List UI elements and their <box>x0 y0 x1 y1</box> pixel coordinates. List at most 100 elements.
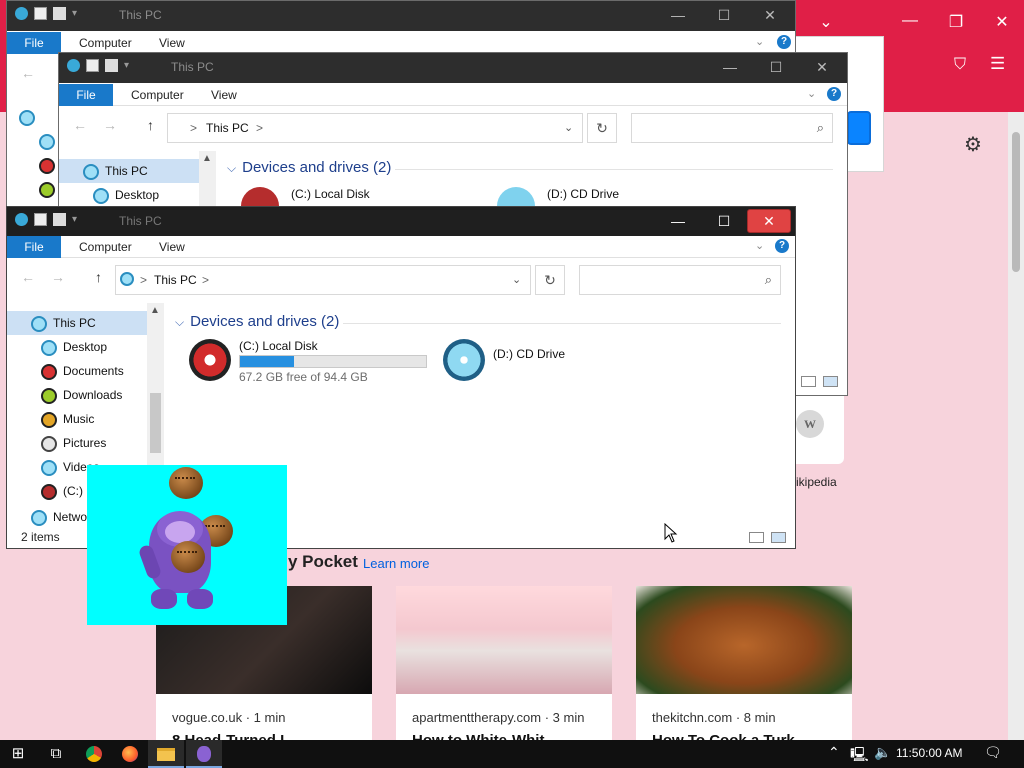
chevron-down-icon[interactable]: ⌄ <box>564 121 573 134</box>
forward-arrow-icon[interactable]: → <box>51 269 65 285</box>
computer-tab[interactable]: Computer <box>131 88 184 102</box>
nav-item-this-pc[interactable]: This PC <box>7 311 147 335</box>
nav-item-local-disk[interactable]: (C:) L <box>41 479 93 503</box>
up-arrow-icon[interactable]: ↑ <box>147 117 154 133</box>
close-button[interactable]: ✕ <box>799 53 845 82</box>
title-bar[interactable]: ▾ This PC — ☐ ✕ <box>59 53 847 83</box>
windows-start-icon[interactable]: ⊞ <box>0 740 36 768</box>
chevron-down-icon[interactable]: ⌄ <box>814 12 838 32</box>
panel-button[interactable] <box>847 111 871 145</box>
group-header[interactable]: ⌵ Devices and drives (2) <box>227 159 391 176</box>
gear-icon[interactable]: ⚙ <box>964 132 982 157</box>
drive-c[interactable]: (C:) Local Disk 67.2 GB free of 94.4 GB <box>189 339 429 387</box>
view-tab[interactable]: View <box>211 88 237 102</box>
breadcrumb-this-pc[interactable]: This PC <box>154 273 197 287</box>
chevron-down-icon[interactable]: ⌄ <box>807 87 816 100</box>
chevron-down-icon[interactable]: ⌄ <box>512 273 521 286</box>
minimize-button[interactable]: — <box>707 53 753 82</box>
refresh-button[interactable]: ↻ <box>587 113 617 143</box>
new-folder-icon[interactable] <box>105 59 118 72</box>
search-input[interactable]: ⌕ <box>579 265 781 295</box>
maximize-button[interactable]: ☐ <box>753 53 799 82</box>
back-arrow-icon[interactable]: ← <box>21 65 35 81</box>
view-tab[interactable]: View <box>159 36 185 50</box>
nav-item-music[interactable]: Music <box>41 407 94 431</box>
bonzi-icon[interactable] <box>186 740 222 768</box>
breadcrumb-this-pc[interactable]: This PC <box>206 121 249 135</box>
search-input[interactable]: ⌕ <box>631 113 833 143</box>
drive-d[interactable]: (D:) CD Drive <box>497 187 697 225</box>
minimize-button[interactable]: — <box>655 207 701 236</box>
scroll-thumb[interactable] <box>150 393 161 453</box>
nav-item-this-pc[interactable]: This PC <box>59 159 199 183</box>
scroll-up-icon[interactable]: ▲ <box>202 153 212 164</box>
network-icon[interactable]: 🖳 <box>850 744 869 768</box>
pocket-icon[interactable]: ⛉ <box>954 56 966 74</box>
nav-item-network[interactable]: Netwo <box>31 505 87 527</box>
drive-d[interactable]: (D:) CD Drive <box>443 339 643 387</box>
firefox-icon[interactable] <box>112 740 148 768</box>
computer-tab[interactable]: Computer <box>79 36 132 50</box>
back-arrow-icon[interactable]: ← <box>21 269 35 285</box>
minimize-icon[interactable]: — <box>898 12 922 30</box>
nav-item-desktop[interactable]: Desktop <box>41 335 107 359</box>
chevron-down-icon[interactable]: ▾ <box>124 60 129 71</box>
firefox-scrollbar[interactable] <box>1008 112 1024 740</box>
learn-more-link[interactable]: Learn more <box>363 556 429 571</box>
back-arrow-icon[interactable]: ← <box>73 117 87 133</box>
forward-arrow-icon[interactable]: → <box>103 117 117 133</box>
volume-icon[interactable]: 🔈 <box>874 744 891 761</box>
clock[interactable]: 11:50:00 AM <box>896 746 963 760</box>
restore-icon[interactable]: ❐ <box>944 12 968 32</box>
view-tab[interactable]: View <box>159 240 185 254</box>
large-icons-view-icon[interactable] <box>771 532 786 543</box>
large-icons-view-icon[interactable] <box>823 376 838 387</box>
refresh-button[interactable]: ↻ <box>535 265 565 295</box>
close-icon[interactable]: ✕ <box>990 12 1014 32</box>
file-tab[interactable]: File <box>7 32 61 54</box>
file-tab[interactable]: File <box>59 84 113 106</box>
details-view-icon[interactable] <box>801 376 816 387</box>
close-button[interactable]: ✕ <box>747 1 793 30</box>
story-card[interactable]: thekitchn.com · 8 min How To Cook a Turk… <box>636 586 852 740</box>
chevron-down-icon[interactable]: ▾ <box>72 8 77 19</box>
chevron-down-icon[interactable]: ▾ <box>72 214 77 225</box>
drive-c[interactable]: (C:) Local Disk <box>241 187 481 225</box>
title-bar[interactable]: ▾ This PC — ☐ ✕ <box>7 207 795 236</box>
bonzi-buddy-character[interactable] <box>87 465 287 625</box>
notification-icon[interactable]: 🗨 <box>984 744 1002 761</box>
help-icon[interactable]: ? <box>777 35 791 49</box>
computer-tab[interactable]: Computer <box>79 240 132 254</box>
address-bar[interactable]: > This PC > ⌄ <box>115 265 531 295</box>
nav-scrollbar[interactable]: ▲ <box>199 151 216 207</box>
wikipedia-tile[interactable]: W <box>792 396 844 464</box>
nav-item-desktop[interactable]: Desktop <box>93 183 159 207</box>
story-card[interactable]: apartmenttherapy.com · 3 min How to Whit… <box>396 586 612 740</box>
properties-icon[interactable] <box>34 213 47 226</box>
title-bar[interactable]: ▾ This PC — ☐ ✕ <box>7 1 795 31</box>
properties-icon[interactable] <box>34 7 47 20</box>
up-arrow-icon[interactable]: ↑ <box>95 269 102 285</box>
maximize-button[interactable]: ☐ <box>701 207 747 236</box>
task-view-icon[interactable]: ⧉ <box>38 740 74 768</box>
help-icon[interactable]: ? <box>827 87 841 101</box>
maximize-button[interactable]: ☐ <box>701 1 747 30</box>
nav-item-pictures[interactable]: Pictures <box>41 431 106 455</box>
nav-item-downloads[interactable]: Downloads <box>41 383 122 407</box>
close-button[interactable]: ✕ <box>747 209 791 233</box>
chevron-down-icon[interactable]: ⌄ <box>755 239 764 252</box>
scroll-up-icon[interactable]: ▲ <box>150 305 160 316</box>
file-tab[interactable]: File <box>7 236 61 258</box>
new-folder-icon[interactable] <box>53 213 66 226</box>
chevron-down-icon[interactable]: ⌄ <box>755 35 764 48</box>
help-icon[interactable]: ? <box>775 239 789 253</box>
new-folder-icon[interactable] <box>53 7 66 20</box>
nav-item-documents[interactable]: Documents <box>41 359 124 383</box>
chrome-icon[interactable] <box>76 740 112 768</box>
file-explorer-icon[interactable] <box>148 740 184 768</box>
group-header[interactable]: ⌵ Devices and drives (2) <box>175 313 339 330</box>
details-view-icon[interactable] <box>749 532 764 543</box>
chevron-up-icon[interactable]: ⌃ <box>828 744 840 761</box>
menu-icon[interactable]: ☰ <box>990 54 1005 74</box>
properties-icon[interactable] <box>86 59 99 72</box>
